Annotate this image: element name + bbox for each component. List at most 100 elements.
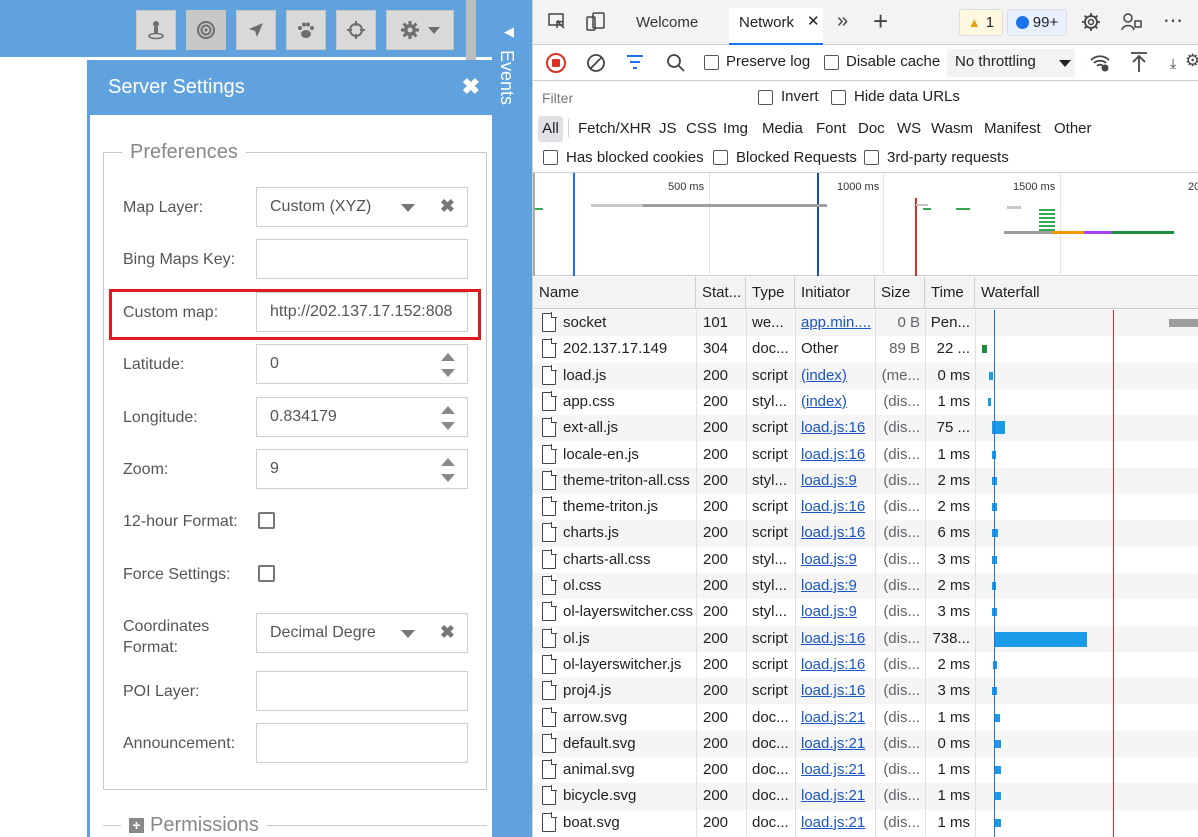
- close-icon[interactable]: ✖: [462, 74, 480, 100]
- cell-initiator[interactable]: load.js:16: [801, 652, 873, 678]
- import-har-icon[interactable]: [1130, 51, 1148, 73]
- filter-type-button[interactable]: Other: [1054, 120, 1092, 137]
- table-row[interactable]: ol.js 200 script load.js:16 (dis... 738...: [533, 625, 1198, 652]
- clear-icon[interactable]: ✖: [440, 622, 455, 643]
- column-header-time[interactable]: Time: [925, 277, 975, 309]
- messages-badge[interactable]: 99+: [1007, 9, 1067, 36]
- spinner-icon[interactable]: [441, 406, 455, 430]
- hide-data-urls-checkbox[interactable]: [831, 90, 846, 105]
- blocked-requests-checkbox[interactable]: [713, 150, 728, 165]
- coords-format-combo[interactable]: Decimal Degre ✖: [256, 613, 468, 653]
- cell-initiator[interactable]: (index): [801, 389, 873, 415]
- table-row[interactable]: bicycle.svg 200 doc... load.js:21 (dis... 1 m…: [533, 783, 1198, 810]
- paw-button[interactable]: [286, 10, 326, 50]
- chevron-down-icon[interactable]: [401, 630, 415, 638]
- events-panel-collapsed[interactable]: ◀ Events: [492, 0, 532, 837]
- throttling-select[interactable]: No throttling: [947, 49, 1075, 77]
- poi-layer-input[interactable]: [256, 671, 468, 711]
- table-row[interactable]: ol-layerswitcher.css 200 styl... load.js:9 (…: [533, 599, 1198, 625]
- settings-button[interactable]: [386, 10, 454, 50]
- map-layer-combo[interactable]: Custom (XYZ) ✖: [256, 187, 468, 227]
- filter-input[interactable]: Filter: [538, 87, 743, 109]
- expand-plus-icon[interactable]: +: [129, 818, 144, 833]
- cell-initiator[interactable]: load.js:16: [801, 442, 873, 468]
- table-row[interactable]: theme-triton-all.css 200 styl... load.js:9 (…: [533, 467, 1198, 495]
- cell-initiator[interactable]: load.js:9: [801, 547, 873, 573]
- tab-network[interactable]: Network ✕: [729, 8, 823, 45]
- clear-icon[interactable]: [586, 53, 606, 73]
- filter-type-button[interactable]: Media: [762, 120, 803, 137]
- cell-initiator[interactable]: load.js:9: [801, 468, 873, 494]
- chevron-down-icon[interactable]: [401, 204, 415, 212]
- cell-initiator[interactable]: load.js:16: [801, 415, 873, 441]
- customize-icon[interactable]: [1121, 12, 1143, 32]
- force-settings-checkbox[interactable]: [258, 565, 275, 582]
- twelve-hour-checkbox[interactable]: [258, 512, 275, 529]
- filter-type-button[interactable]: CSS: [686, 120, 717, 137]
- filter-icon[interactable]: [626, 54, 644, 70]
- table-row[interactable]: charts-all.css 200 styl... load.js:9 (dis...…: [533, 547, 1198, 573]
- filter-all-button[interactable]: All: [538, 116, 563, 142]
- filter-type-button[interactable]: Font: [816, 120, 846, 137]
- search-icon[interactable]: [666, 53, 686, 73]
- scrollbar[interactable]: [466, 0, 476, 60]
- cell-initiator[interactable]: load.js:16: [801, 520, 873, 546]
- gear-icon[interactable]: [1081, 12, 1101, 32]
- table-row[interactable]: load.js 200 script (index) (me... 0 ms: [533, 362, 1198, 389]
- cell-initiator[interactable]: app.min....: [801, 310, 873, 336]
- table-row[interactable]: animal.svg 200 doc... load.js:21 (dis... 1 ms: [533, 757, 1198, 783]
- bing-key-input[interactable]: [256, 239, 468, 279]
- cell-initiator[interactable]: load.js:9: [801, 599, 873, 625]
- cell-initiator[interactable]: load.js:21: [801, 757, 873, 783]
- more-options-icon[interactable]: ⋯: [1163, 8, 1184, 33]
- table-row[interactable]: app.css 200 styl... (index) (dis... 1 ms: [533, 389, 1198, 415]
- cell-initiator[interactable]: (index): [801, 363, 873, 389]
- disable-cache-checkbox[interactable]: [824, 55, 839, 70]
- cell-initiator[interactable]: load.js:21: [801, 783, 873, 809]
- table-row[interactable]: arrow.svg 200 doc... load.js:21 (dis... 1 ms: [533, 705, 1198, 731]
- spinner-icon[interactable]: [441, 353, 455, 377]
- column-header-initiator[interactable]: Initiator: [795, 277, 875, 309]
- column-header-size[interactable]: Size: [875, 277, 925, 309]
- announcement-input[interactable]: [256, 723, 468, 763]
- table-row[interactable]: boat.svg 200 doc... load.js:21 (dis... 1 ms: [533, 810, 1198, 836]
- close-tab-icon[interactable]: ✕: [807, 12, 820, 30]
- blocked-cookies-checkbox[interactable]: [543, 150, 558, 165]
- third-party-checkbox[interactable]: [864, 150, 879, 165]
- invert-checkbox[interactable]: [758, 90, 773, 105]
- table-row[interactable]: ol.css 200 styl... load.js:9 (dis... 2 ms: [533, 573, 1198, 600]
- device-toolbar-icon[interactable]: [585, 11, 607, 33]
- filter-type-button[interactable]: WS: [897, 120, 921, 137]
- more-tabs-icon[interactable]: »: [837, 10, 848, 33]
- filter-type-button[interactable]: Img: [723, 120, 748, 137]
- table-row[interactable]: socket 101 we... app.min.... 0 B Pen...: [533, 310, 1198, 337]
- filter-type-button[interactable]: JS: [659, 120, 677, 137]
- export-har-icon[interactable]: ⤓: [1170, 55, 1176, 72]
- table-row[interactable]: ext-all.js 200 script load.js:16 (dis... 75 .…: [533, 415, 1198, 442]
- clear-icon[interactable]: ✖: [440, 196, 455, 217]
- navigate-button[interactable]: [236, 10, 276, 50]
- cell-initiator[interactable]: load.js:16: [801, 626, 873, 652]
- cell-initiator[interactable]: load.js:9: [801, 573, 873, 599]
- warnings-badge[interactable]: ▲ 1: [959, 9, 1003, 36]
- timeline-overview[interactable]: 500 ms 1000 ms 1500 ms 20: [533, 173, 1198, 276]
- tab-welcome[interactable]: Welcome: [636, 14, 698, 31]
- column-header-type[interactable]: Type: [746, 277, 795, 309]
- latitude-input[interactable]: 0: [256, 344, 468, 384]
- table-row[interactable]: ol-layerswitcher.js 200 script load.js:16 (d…: [533, 652, 1198, 678]
- table-row[interactable]: 202.137.17.149 304 doc... Other 89 B 22 ...: [533, 336, 1198, 362]
- filter-type-button[interactable]: Doc: [858, 120, 885, 137]
- network-conditions-icon[interactable]: [1089, 53, 1111, 73]
- cell-initiator[interactable]: load.js:21: [801, 810, 873, 836]
- permissions-legend[interactable]: + Permissions: [121, 814, 267, 837]
- spinner-icon[interactable]: [441, 458, 455, 482]
- cell-initiator[interactable]: load.js:16: [801, 678, 873, 704]
- filter-type-button[interactable]: Fetch/XHR: [578, 120, 651, 137]
- chevron-left-icon[interactable]: ◀: [504, 24, 514, 40]
- record-stop-icon[interactable]: [546, 53, 566, 73]
- table-row[interactable]: locale-en.js 200 script load.js:16 (dis... 1 …: [533, 442, 1198, 468]
- table-row[interactable]: default.svg 200 doc... load.js:21 (dis... 0 m…: [533, 730, 1198, 758]
- longitude-input[interactable]: 0.834179: [256, 397, 468, 437]
- cell-initiator[interactable]: load.js:21: [801, 705, 873, 731]
- crosshair-button[interactable]: [336, 10, 376, 50]
